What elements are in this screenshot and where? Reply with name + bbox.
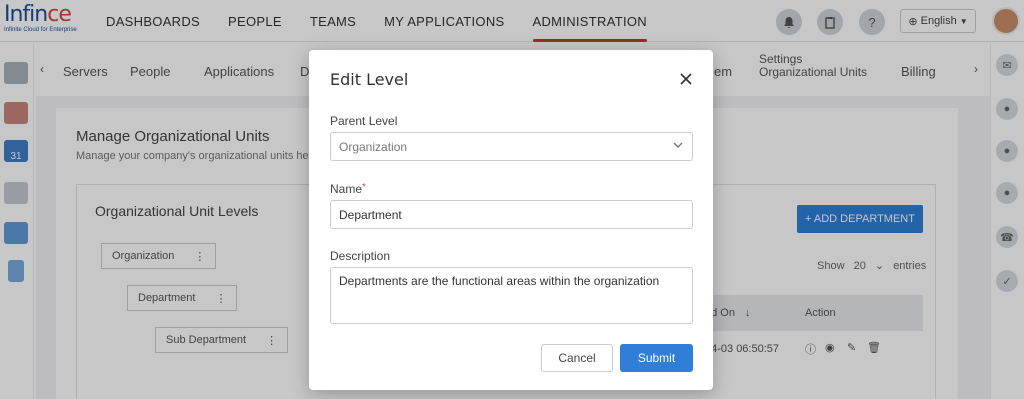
name-label: Name* (330, 182, 366, 196)
name-label-text: Name (330, 182, 363, 196)
chevron-down-icon (672, 139, 683, 149)
close-icon[interactable] (675, 68, 697, 90)
submit-button[interactable]: Submit (620, 344, 693, 372)
cancel-button[interactable]: Cancel (541, 344, 613, 372)
description-field[interactable]: Departments are the functional areas wit… (330, 267, 693, 324)
edit-level-modal: Edit Level Parent Level Organization Nam… (309, 50, 713, 390)
required-marker: * (362, 182, 366, 193)
parent-level-label: Parent Level (330, 114, 398, 128)
parent-level-select[interactable]: Organization (330, 132, 693, 161)
modal-title: Edit Level (330, 70, 409, 89)
name-field[interactable]: Department (330, 200, 693, 229)
description-label: Description (330, 249, 391, 263)
parent-level-value: Organization (339, 139, 408, 154)
